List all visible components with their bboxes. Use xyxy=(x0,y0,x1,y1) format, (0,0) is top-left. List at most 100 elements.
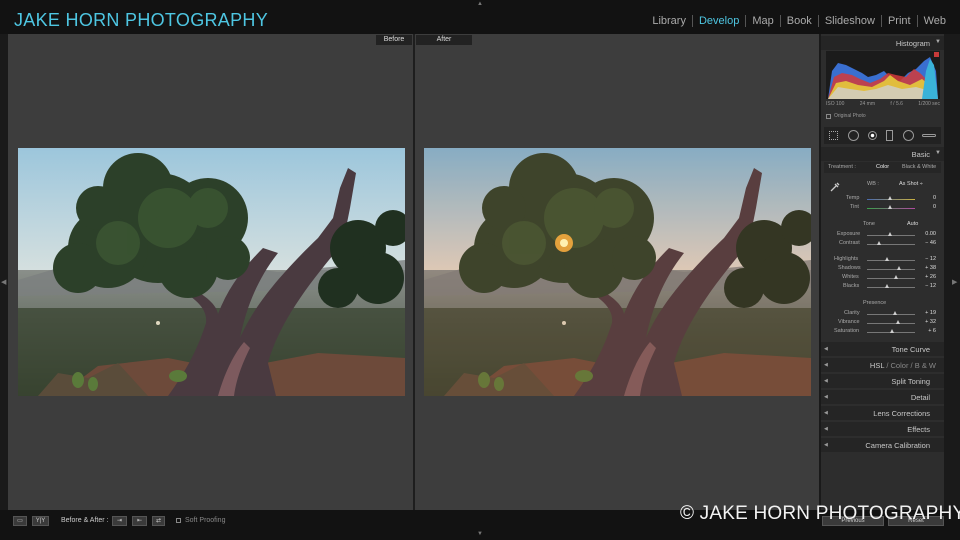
lens-corrections-header[interactable]: ◀ Lens Corrections xyxy=(821,406,944,420)
treatment-color[interactable]: Color xyxy=(876,164,889,170)
red-eye-icon[interactable] xyxy=(868,131,877,140)
effects-header[interactable]: ◀ Effects xyxy=(821,422,944,436)
split-toning-header[interactable]: ◀ Split Toning xyxy=(821,374,944,388)
view-divider xyxy=(413,34,415,510)
saturation-slider-knob[interactable] xyxy=(890,329,894,333)
temp-slider-knob[interactable] xyxy=(888,196,892,200)
shadows-slider-knob[interactable] xyxy=(897,266,901,270)
module-book[interactable]: Book xyxy=(781,15,818,27)
before-after-mode-button[interactable]: Y|Y xyxy=(32,516,49,526)
after-photo[interactable] xyxy=(424,148,811,396)
saturation-value[interactable]: + 6 xyxy=(916,328,936,334)
blacks-value[interactable]: − 12 xyxy=(916,283,936,289)
white-balance-picker-icon[interactable] xyxy=(829,180,841,192)
detail-header[interactable]: ◀ Detail xyxy=(821,390,944,404)
crop-tool-icon[interactable] xyxy=(829,131,838,140)
expand-icon[interactable]: ◀ xyxy=(824,346,828,352)
module-print[interactable]: Print xyxy=(882,15,917,27)
histogram[interactable] xyxy=(826,51,940,99)
histogram-header[interactable]: Histogram ▼ xyxy=(821,36,944,50)
bw-tab[interactable]: B & W xyxy=(915,361,936,370)
temp-label: Temp xyxy=(846,195,860,201)
before-after-label: Before & After : xyxy=(61,517,109,524)
vibrance-slider[interactable] xyxy=(867,323,915,324)
auto-tone-button[interactable]: Auto xyxy=(907,221,918,227)
module-slideshow[interactable]: Slideshow xyxy=(819,15,881,27)
clarity-slider-knob[interactable] xyxy=(893,311,897,315)
soft-proofing-checkbox[interactable] xyxy=(176,518,181,523)
basic-title: Basic xyxy=(911,150,930,159)
blacks-slider[interactable] xyxy=(867,287,915,288)
highlights-slider[interactable] xyxy=(867,260,915,261)
module-map[interactable]: Map xyxy=(746,15,779,27)
whites-value[interactable]: + 26 xyxy=(916,274,936,280)
temp-value[interactable]: 0 xyxy=(916,195,936,201)
clarity-slider[interactable] xyxy=(867,314,915,315)
treatment-black-white[interactable]: Black & White xyxy=(902,164,936,170)
filmstrip-toggle-icon[interactable]: ▼ xyxy=(477,531,483,537)
contrast-slider[interactable] xyxy=(867,244,915,245)
iso-value: ISO 100 xyxy=(826,101,845,107)
treatment-label: Treatment : xyxy=(828,164,856,170)
whites-slider[interactable] xyxy=(867,278,915,279)
spot-removal-icon[interactable] xyxy=(848,130,859,141)
after-label: After xyxy=(416,35,472,45)
shadows-slider[interactable] xyxy=(867,269,915,270)
module-library[interactable]: Library xyxy=(646,15,692,27)
expand-icon[interactable]: ◀ xyxy=(824,442,828,448)
highlights-slider-knob[interactable] xyxy=(885,257,889,261)
original-photo-label: Original Photo xyxy=(834,113,866,119)
lens-corrections-title: Lens Corrections xyxy=(873,409,930,418)
before-label: Before xyxy=(376,35,412,45)
clarity-value[interactable]: + 19 xyxy=(916,310,936,316)
color-tab[interactable]: Color xyxy=(891,361,909,370)
contrast-slider-knob[interactable] xyxy=(877,241,881,245)
copy-after-to-before-icon[interactable]: ⇤ xyxy=(132,516,147,526)
left-panel-toggle-icon[interactable]: ◀ xyxy=(1,278,6,286)
camera-calibration-title: Camera Calibration xyxy=(865,441,930,450)
shadows-value[interactable]: + 38 xyxy=(916,265,936,271)
whites-slider-knob[interactable] xyxy=(894,275,898,279)
blacks-slider-knob[interactable] xyxy=(885,284,889,288)
tint-slider-knob[interactable] xyxy=(888,205,892,209)
tint-value[interactable]: 0 xyxy=(916,204,936,210)
copy-before-to-after-icon[interactable]: ⇥ xyxy=(112,516,127,526)
hsl-header[interactable]: ◀ HSL / Color / B & W xyxy=(821,358,944,372)
effects-title: Effects xyxy=(907,425,930,434)
hsl-tab[interactable]: HSL xyxy=(870,361,884,370)
collapse-icon[interactable]: ▼ xyxy=(935,39,941,45)
expand-icon[interactable]: ◀ xyxy=(824,426,828,432)
vibrance-slider-knob[interactable] xyxy=(896,320,900,324)
adjustment-brush-icon[interactable] xyxy=(922,134,936,137)
wb-dropdown[interactable]: As Shot ÷ xyxy=(899,181,923,187)
split-toning-title: Split Toning xyxy=(891,377,930,386)
swap-before-after-icon[interactable]: ⇄ xyxy=(152,516,165,526)
collapse-icon[interactable]: ▼ xyxy=(935,150,941,156)
top-panel-toggle-icon[interactable]: ▲ xyxy=(477,1,483,7)
exposure-value[interactable]: 0.00 xyxy=(916,231,936,237)
module-web[interactable]: Web xyxy=(918,15,952,27)
before-photo[interactable] xyxy=(18,148,405,396)
treatment-row: Treatment : Color Black & White xyxy=(824,162,941,173)
expand-icon[interactable]: ◀ xyxy=(824,394,828,400)
graduated-filter-icon[interactable] xyxy=(886,130,893,141)
loupe-view-icon[interactable]: ▭ xyxy=(13,516,27,526)
radial-filter-icon[interactable] xyxy=(903,130,914,141)
module-develop[interactable]: Develop xyxy=(693,15,745,27)
expand-icon[interactable]: ◀ xyxy=(824,362,828,368)
original-photo-checkbox[interactable] xyxy=(826,113,831,119)
tone-curve-header[interactable]: ◀ Tone Curve xyxy=(821,342,944,356)
highlights-value[interactable]: − 12 xyxy=(916,256,936,262)
highlights-label: Highlights xyxy=(834,256,859,262)
right-panel-toggle-icon[interactable]: ▶ xyxy=(952,278,957,286)
camera-calibration-header[interactable]: ◀ Camera Calibration xyxy=(821,438,944,452)
vibrance-value[interactable]: + 32 xyxy=(916,319,936,325)
focal-length-value: 24 mm xyxy=(859,101,876,107)
basic-header[interactable]: Basic ▼ xyxy=(821,147,944,161)
expand-icon[interactable]: ◀ xyxy=(824,378,828,384)
expand-icon[interactable]: ◀ xyxy=(824,410,828,416)
exposure-slider-knob[interactable] xyxy=(888,232,892,236)
original-photo-toggle[interactable]: Original Photo xyxy=(826,113,866,119)
wb-label: WB : xyxy=(867,181,879,187)
contrast-value[interactable]: − 46 xyxy=(916,240,936,246)
